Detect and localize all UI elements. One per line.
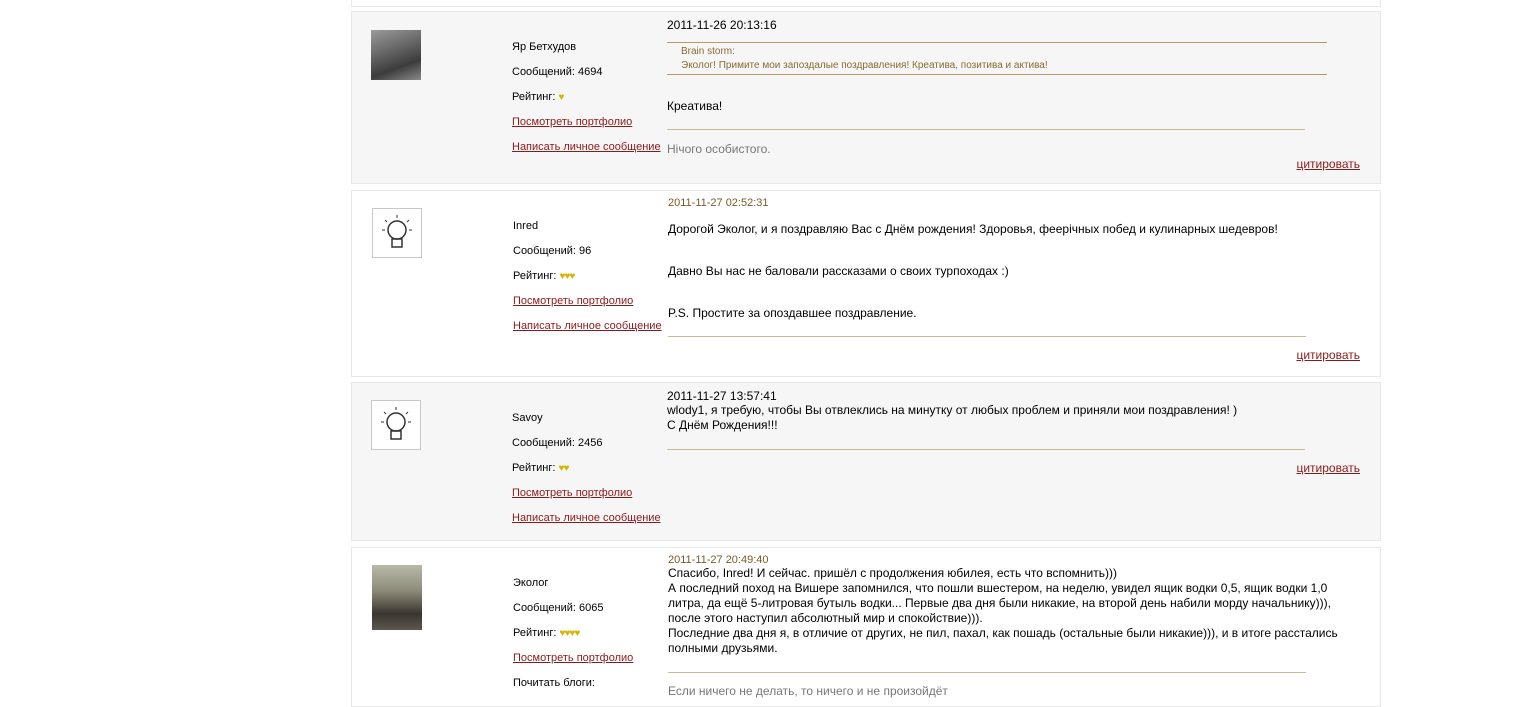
forum-post: Inred Сообщений: 96 Рейтинг: ♥♥♥ Посмотр… [351,190,1381,377]
quote-text: Эколог! Примите мои запоздалые поздравле… [681,60,1048,71]
bulb-icon: ♥♥♥♥ [559,628,581,639]
signature: Если ничего не делать, то ничего и не пр… [668,684,948,698]
post-text: С Днём Рождения!!! [667,418,778,432]
signature-divider [668,672,1306,673]
private-message-link[interactable]: Написать личное сообщение [513,320,662,332]
post-text: Спасибо, Inred! И сейчас. пришёл с продо… [668,566,1117,580]
post-text: Креатива! [667,99,723,113]
forum-post: Эколог Сообщений: 6065 Рейтинг: ♥♥♥♥ Пос… [351,547,1381,707]
post-content: 2011-11-27 20:49:40 Спасибо, Inred! И се… [668,554,1368,656]
post-content: 2011-11-26 20:13:16 Brain storm: Эколог!… [667,18,1367,114]
forum-post: Яр Бетхудов Сообщений: 4694 Рейтинг: ♥ П… [351,11,1381,184]
message-count: Сообщений: 96 [513,245,592,257]
author-info: Savoy Сообщений: 2456 Рейтинг: ♥♥ Посмот… [512,406,661,531]
author-name[interactable]: Яр Бетхудов [512,35,661,60]
previous-post-bottom [351,0,1381,7]
private-message-link[interactable]: Написать личное сообщение [512,512,661,524]
blogs-label: Почитать блоги: [513,677,595,689]
post-date: 2011-11-26 20:13:16 [667,18,777,32]
portfolio-link[interactable]: Посмотреть портфолио [513,652,633,664]
post-text: А последний поход на Вишере запомнился, … [668,581,1328,595]
post-content: 2011-11-27 13:57:41 wlody1, я требую, чт… [667,389,1367,433]
forum-post: Savoy Сообщений: 2456 Рейтинг: ♥♥ Посмот… [351,382,1381,541]
signature-divider [668,336,1306,337]
author-info: Эколог Сообщений: 6065 Рейтинг: ♥♥♥♥ Пос… [513,571,633,696]
post-text: полными друзьями. [668,641,778,655]
bulb-icon: ♥ [558,92,565,103]
author-name[interactable]: Inred [513,214,662,239]
portfolio-link[interactable]: Посмотреть портфолио [512,487,632,499]
rating: Рейтинг: ♥ [512,91,565,103]
lightbulb-icon [381,407,411,440]
quote-block: Brain storm: Эколог! Примите мои запозда… [667,42,1327,75]
lightbulb-icon [382,215,412,248]
rating: Рейтинг: ♥♥♥♥ [513,627,581,639]
rating: Рейтинг: ♥♥♥ [513,270,576,282]
message-count: Сообщений: 2456 [512,437,603,449]
author-name[interactable]: Эколог [513,571,633,596]
post-date: 2011-11-27 02:52:31 [668,197,769,209]
message-count: Сообщений: 6065 [513,602,604,614]
rating: Рейтинг: ♥♥ [512,462,570,474]
signature: Нічого особистого. [667,142,771,156]
avatar[interactable] [371,30,421,80]
cite-link[interactable]: цитировать [1296,461,1360,475]
message-count: Сообщений: 4694 [512,66,603,78]
author-info: Inred Сообщений: 96 Рейтинг: ♥♥♥ Посмотр… [513,214,662,339]
signature-divider [667,449,1305,450]
post-text: Последние два дня я, в отличие от других… [668,626,1338,640]
bulb-icon: ♥♥♥ [559,271,576,282]
portfolio-link[interactable]: Посмотреть портфолио [513,295,633,307]
post-text: Дорогой Эколог, и я поздравляю Вас с Днё… [668,222,1278,236]
portfolio-link[interactable]: Посмотреть портфолио [512,116,632,128]
avatar[interactable] [372,565,422,630]
post-text: P.S. Простите за опоздавшее поздравление… [668,306,917,320]
avatar[interactable] [372,208,422,258]
post-text: после этого наступил абсолютный мир и сп… [668,611,983,625]
signature-divider [667,129,1305,130]
avatar[interactable] [371,400,421,450]
post-text: Давно Вы нас не баловали рассказами о св… [668,264,1009,278]
cite-link[interactable]: цитировать [1296,157,1360,171]
post-content: 2011-11-27 02:52:31 Дорогой Эколог, и я … [668,197,1368,321]
cite-link[interactable]: цитировать [1296,348,1360,362]
author-name[interactable]: Savoy [512,406,661,431]
post-date: 2011-11-27 13:57:41 [667,389,777,403]
bulb-icon: ♥♥ [558,463,570,474]
author-info: Яр Бетхудов Сообщений: 4694 Рейтинг: ♥ П… [512,35,661,160]
post-text: литра, да ещё 5-литровая бутыль водки...… [668,596,1331,610]
private-message-link[interactable]: Написать личное сообщение [512,141,661,153]
quote-author: Brain storm: [681,46,735,57]
post-text: wlody1, я требую, чтобы Вы отвлеклись на… [667,403,1238,417]
post-date: 2011-11-27 20:49:40 [668,554,769,566]
